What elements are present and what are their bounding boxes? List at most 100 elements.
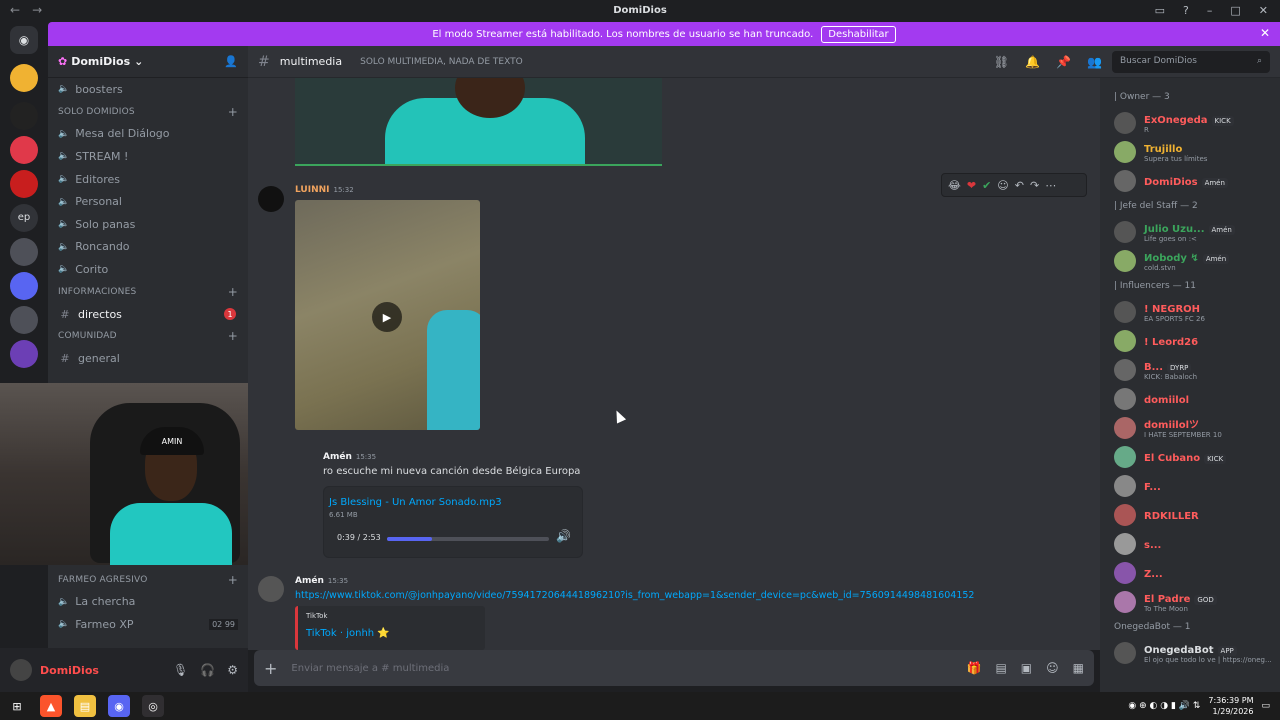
category-comunidad[interactable]: COMUNIDAD + — [48, 325, 248, 347]
member-item[interactable]: OnegedaBot APP El ojo que todo lo ve | htt… — [1100, 638, 1280, 667]
server-icon[interactable]: ep — [10, 204, 38, 232]
message-author[interactable]: Amén 15:35 — [323, 452, 376, 462]
avatar[interactable] — [1114, 561, 1136, 584]
maximize-icon[interactable]: □ — [1230, 4, 1240, 17]
notification-icon[interactable]: ▭ — [1261, 701, 1270, 711]
member-item[interactable]: domiilolツ I HATE SEPTEMBER 10 — [1100, 413, 1280, 442]
threads-icon[interactable]: ⛓ — [994, 55, 1009, 69]
avatar[interactable] — [1114, 641, 1136, 664]
message-input[interactable]: Enviar mensaje a # multimedia — [291, 663, 449, 674]
channel-roncando[interactable]: 🔈 Roncando — [48, 236, 248, 259]
server-folder-icon[interactable] — [10, 272, 38, 300]
add-attachment-icon[interactable]: + — [264, 659, 277, 678]
volume-icon[interactable]: 🔊 — [556, 529, 571, 543]
channel-topic[interactable]: SOLO MULTIMEDIA, NADA DE TEXTO — [360, 57, 523, 67]
search-input[interactable]: Buscar DomiDios ⌕ — [1112, 50, 1270, 73]
forward-icon[interactable]: ↷ — [1030, 179, 1039, 192]
category-solo-domidios[interactable]: SOLO DOMIDIOS + — [48, 101, 248, 123]
reaction-emoji-icon[interactable]: 😂 — [948, 179, 961, 192]
obs-app-icon[interactable]: ◎ — [142, 695, 164, 717]
settings-gear-icon[interactable]: ⚙ — [227, 663, 238, 677]
avatar[interactable] — [10, 659, 32, 681]
server-folder-icon[interactable] — [10, 238, 38, 266]
avatar[interactable] — [1114, 387, 1136, 410]
avatar[interactable] — [1114, 532, 1136, 555]
member-item[interactable]: Z... — [1100, 558, 1280, 587]
disable-streamer-button[interactable]: Deshabilitar — [821, 25, 896, 43]
avatar[interactable] — [1114, 590, 1136, 613]
add-channel-icon[interactable]: + — [228, 573, 238, 587]
member-item[interactable]: El Cubano KICK — [1100, 442, 1280, 471]
play-icon[interactable]: ▶ — [372, 302, 402, 332]
gif-icon[interactable]: ▤ — [995, 661, 1006, 675]
previous-video-attachment[interactable] — [295, 78, 662, 166]
check-reaction-icon[interactable]: ✔ — [982, 179, 991, 192]
sticker-icon[interactable]: ▣ — [1021, 661, 1032, 675]
avatar[interactable] — [1114, 416, 1136, 439]
add-channel-icon[interactable]: + — [228, 285, 238, 299]
member-item[interactable]: domiilol — [1100, 384, 1280, 413]
add-channel-icon[interactable]: + — [228, 329, 238, 343]
server-icon[interactable] — [10, 64, 38, 92]
member-item[interactable]: El Padre GOD To The Moon — [1100, 587, 1280, 616]
video-attachment[interactable]: ▶ — [295, 200, 480, 430]
server-icon[interactable] — [10, 136, 38, 164]
discord-app-icon[interactable]: ◉ — [108, 695, 130, 717]
avatar[interactable] — [1114, 300, 1136, 323]
member-item[interactable]: F... — [1100, 471, 1280, 500]
avatar[interactable] — [258, 186, 284, 212]
server-folder-icon[interactable] — [10, 340, 38, 368]
message-author[interactable]: Amén 15:35 — [295, 576, 348, 586]
avatar[interactable] — [1114, 111, 1136, 134]
tray-icons[interactable]: ◉ ⊕ ◐ ◑ ▮ 🔊 ⇅ — [1128, 701, 1200, 711]
headphones-icon[interactable]: 🎧 — [200, 663, 215, 677]
category-farmeo-agresivo[interactable]: FARMEO AGRESIVO + — [48, 569, 248, 591]
member-item[interactable]: ExOnegeda KICK R — [1100, 108, 1280, 137]
member-item[interactable]: s... — [1100, 529, 1280, 558]
avatar[interactable] — [1114, 445, 1136, 468]
channel-solo-panas[interactable]: 🔈 Solo panas — [48, 213, 248, 236]
member-item[interactable]: DomiDios Amén — [1100, 166, 1280, 195]
channel-editores[interactable]: 🔈 Editores — [48, 168, 248, 191]
minimize-icon[interactable]: – — [1207, 4, 1213, 17]
category-informaciones[interactable]: INFORMACIONES + — [48, 281, 248, 303]
server-folder-icon[interactable] — [10, 306, 38, 334]
channel-personal[interactable]: 🔈 Personal — [48, 190, 248, 213]
avatar[interactable] — [1114, 329, 1136, 352]
reply-icon[interactable]: ↶ — [1015, 179, 1024, 192]
member-item[interactable]: Иobody ↯ Amén cold.stvn — [1100, 246, 1280, 275]
add-channel-icon[interactable]: + — [228, 105, 238, 119]
channel-stream[interactable]: 🔈 STREAM ! — [48, 145, 248, 168]
avatar[interactable] — [1114, 358, 1136, 381]
avatar[interactable] — [1114, 503, 1136, 526]
audio-filename[interactable]: Js Blessing - Un Amor Sonado.mp3 — [329, 497, 502, 508]
emoji-icon[interactable]: ☺ — [1046, 661, 1059, 675]
apps-icon[interactable]: ▦ — [1073, 661, 1084, 675]
avatar[interactable] — [1114, 474, 1136, 497]
discord-home-icon[interactable]: ◉ — [10, 26, 38, 54]
close-window-icon[interactable]: ✕ — [1259, 4, 1268, 17]
member-item[interactable]: Julio Uzu... Amén Life goes on :< — [1100, 217, 1280, 246]
microphone-icon[interactable]: 🎙 — [173, 663, 188, 677]
member-item[interactable]: ! NEGROH EA SPORTS FC 26 — [1100, 297, 1280, 326]
avatar[interactable] — [1114, 249, 1136, 272]
help-icon[interactable]: ? — [1183, 4, 1189, 17]
channel-general[interactable]: # general — [48, 347, 248, 370]
clock[interactable]: 7:36:39 PM 1/29/2026 — [1208, 695, 1253, 717]
avatar[interactable] — [1114, 169, 1136, 192]
avatar[interactable] — [1114, 220, 1136, 243]
server-icon[interactable] — [10, 170, 38, 198]
brave-browser-icon[interactable]: ▲ — [40, 695, 62, 717]
embed-title[interactable]: TikTok · jonhh ⭐ — [306, 628, 390, 639]
member-item[interactable]: B... DYRP KICK: Babaloch — [1100, 355, 1280, 384]
channel-la-chercha[interactable]: 🔈 La chercha — [48, 591, 248, 614]
member-item[interactable]: RDKILLER — [1100, 500, 1280, 529]
file-explorer-icon[interactable]: ▤ — [74, 695, 96, 717]
add-member-icon[interactable]: 👤 — [224, 55, 238, 68]
member-item[interactable]: Trujillo Supera tus límites — [1100, 137, 1280, 166]
server-icon[interactable] — [10, 102, 38, 130]
channel-mesa-del-dialogo[interactable]: 🔈 Mesa del Diálogo — [48, 123, 248, 146]
bell-icon[interactable]: 🔔 — [1025, 55, 1040, 69]
message-author[interactable]: LUINNI 15:32 — [295, 185, 354, 195]
tiktok-link[interactable]: https://www.tiktok.com/@jonhpayano/video… — [295, 590, 974, 601]
